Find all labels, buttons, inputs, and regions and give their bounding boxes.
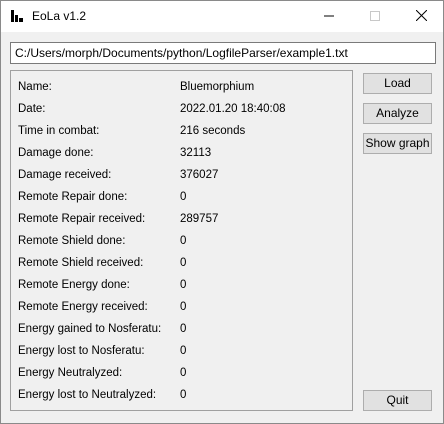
- info-row: Name: Bluemorphium: [18, 78, 348, 96]
- info-label: Date:: [18, 103, 46, 115]
- maximize-button[interactable]: [352, 1, 398, 32]
- info-label: Time in combat:: [18, 125, 100, 137]
- info-value: 216 seconds: [180, 125, 246, 137]
- info-row: Damage done: 32113: [18, 144, 348, 162]
- combat-info-panel: Name: Bluemorphium Date: 2022.01.20 18:40:…: [10, 70, 353, 411]
- info-value: 289757: [180, 213, 219, 225]
- maximize-icon: [370, 8, 380, 26]
- title-bar[interactable]: EoLa v1.2: [1, 1, 443, 32]
- info-label: Remote Energy received:: [18, 301, 148, 313]
- info-value: 2022.01.20 18:40:08: [180, 103, 286, 115]
- info-row: Remote Repair done: 0: [18, 188, 348, 206]
- info-row: Date: 2022.01.20 18:40:08: [18, 100, 348, 118]
- close-icon: [415, 8, 427, 26]
- info-row: Remote Repair received: 289757: [18, 210, 348, 228]
- info-label: Remote Repair received:: [18, 213, 146, 225]
- info-label: Remote Shield received:: [18, 257, 144, 269]
- minimize-icon: [324, 8, 334, 26]
- info-row: Damage received: 376027: [18, 166, 348, 184]
- info-value: 0: [180, 191, 187, 203]
- info-label: Energy Neutralyzed:: [18, 367, 123, 379]
- info-value: 0: [180, 257, 187, 269]
- info-value: 0: [180, 235, 187, 247]
- info-label: Energy gained to Nosferatu:: [18, 323, 162, 335]
- info-row: Energy lost to Nosferatu: 0: [18, 342, 348, 360]
- info-row: Remote Energy done: 0: [18, 276, 348, 294]
- info-label: Remote Energy done:: [18, 279, 130, 291]
- info-label: Damage received:: [18, 169, 112, 181]
- app-window: EoLa v1.2 C:/Users/morph/Documents/pytho…: [0, 0, 444, 424]
- info-value: 0: [180, 389, 187, 401]
- info-row: Remote Energy received: 0: [18, 298, 348, 316]
- quit-button[interactable]: Quit: [363, 390, 432, 411]
- info-label: Remote Shield done:: [18, 235, 126, 247]
- info-value: 0: [180, 367, 187, 379]
- info-value: 32113: [180, 147, 212, 159]
- info-value: Bluemorphium: [180, 81, 255, 93]
- info-row: Energy lost to Neutralyzed: 0: [18, 386, 348, 404]
- info-row: Time in combat: 216 seconds: [18, 122, 348, 140]
- info-value: 376027: [180, 169, 219, 181]
- window-title: EoLa v1.2: [32, 9, 87, 23]
- analyze-button[interactable]: Analyze: [363, 103, 432, 124]
- minimize-button[interactable]: [306, 1, 352, 32]
- info-value: 0: [180, 279, 187, 291]
- info-label: Name:: [18, 81, 52, 93]
- file-path-field[interactable]: C:/Users/morph/Documents/python/LogfileP…: [10, 42, 436, 64]
- info-value: 0: [180, 323, 187, 335]
- close-button[interactable]: [398, 1, 444, 32]
- info-label: Remote Repair done:: [18, 191, 128, 203]
- info-label: Damage done:: [18, 147, 94, 159]
- info-row: Remote Shield done: 0: [18, 232, 348, 250]
- load-button[interactable]: Load: [363, 73, 432, 94]
- app-logo-icon: [10, 9, 24, 23]
- info-row: Energy Neutralyzed: 0: [18, 364, 348, 382]
- show-graph-button[interactable]: Show graph: [363, 133, 432, 154]
- info-row: Remote Shield received: 0: [18, 254, 348, 272]
- info-value: 0: [180, 345, 187, 357]
- info-value: 0: [180, 301, 187, 313]
- info-label: Energy lost to Neutralyzed:: [18, 389, 157, 401]
- info-label: Energy lost to Nosferatu:: [18, 345, 145, 357]
- info-row: Energy gained to Nosferatu: 0: [18, 320, 348, 338]
